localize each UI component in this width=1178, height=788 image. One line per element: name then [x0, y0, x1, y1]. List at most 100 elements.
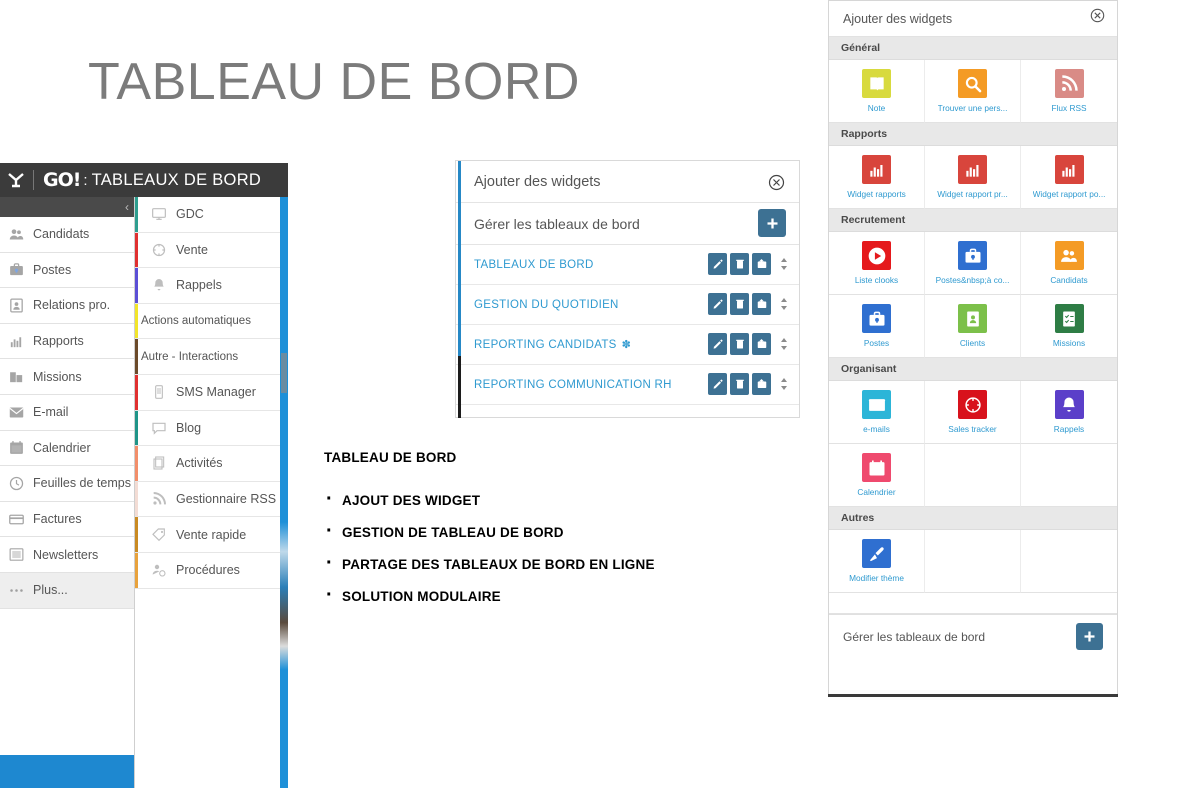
envelope-icon [8, 404, 25, 421]
submenu-item-gdc[interactable]: GDC [135, 197, 281, 233]
sidebar-item-plus[interactable]: Plus... [0, 572, 134, 609]
widget-tile[interactable]: Trouver une pers... [925, 60, 1021, 123]
contact-card-icon [8, 297, 25, 314]
submenu-color-stripe [135, 552, 138, 588]
bell-icon [151, 277, 167, 293]
briefcase-icon [862, 304, 891, 333]
trash-button[interactable] [730, 373, 749, 395]
sidebar-item-label: Relations pro. [33, 298, 111, 313]
pencil-button[interactable] [708, 293, 727, 315]
add-widgets-panel: Ajouter des widgets Général Note Trouver u… [828, 0, 1118, 697]
dashboard-row[interactable]: REPORTING CANDIDATS ✽ [456, 325, 799, 365]
dashboard-row[interactable]: GESTION DU QUOTIDIEN [456, 285, 799, 325]
widget-tile[interactable]: Flux RSS [1021, 60, 1117, 123]
dashboard-name: TABLEAUX DE BORD [474, 258, 594, 271]
widget-tile[interactable]: Liste clooks [829, 232, 925, 295]
widget-tile[interactable]: Sales tracker [925, 381, 1021, 444]
submenu-item-vente-rapide[interactable]: Vente rapide [135, 517, 281, 553]
sidebar-item-postes[interactable]: Postes [0, 253, 134, 289]
widget-tile-label: Calendrier [857, 487, 896, 497]
sidebar-item-newsletters[interactable]: Newsletters [0, 537, 134, 573]
submenu-item-gestionnaire-rss[interactable]: Gestionnaire RSS [135, 481, 281, 518]
widget-tile[interactable]: Widget rapport po... [1021, 146, 1117, 209]
chevron-left-icon[interactable]: ‹ [125, 200, 129, 214]
submenu-item-label: Actions automatiques [141, 315, 251, 328]
envelope-icon [862, 390, 891, 419]
pencil-button[interactable] [708, 333, 727, 355]
sidebar-item-relations-pro[interactable]: Relations pro. [0, 288, 134, 324]
sidebar-item-factures[interactable]: Factures [0, 502, 134, 538]
topbar-divider [33, 170, 34, 190]
sidebar-item-candidats[interactable]: Candidats [0, 217, 134, 253]
trash-button[interactable] [730, 253, 749, 275]
page-title: TABLEAU DE BORD [88, 53, 580, 111]
widget-tile[interactable]: e-mails [829, 381, 925, 444]
sort-handle-icon[interactable] [779, 373, 789, 395]
widget-tile[interactable]: Calendrier [829, 444, 925, 507]
share-button[interactable] [752, 253, 771, 275]
sidebar-item-label: Factures [33, 512, 82, 527]
sidebar-item-rapports[interactable]: Rapports [0, 324, 134, 360]
pencil-button[interactable] [708, 373, 727, 395]
dashboard-row[interactable]: TABLEAUX DE BORD [456, 245, 799, 285]
widget-panel-spacer [829, 593, 1117, 614]
close-circle-icon[interactable] [768, 174, 785, 191]
widget-tile[interactable]: Postes&nbsp;à co... [925, 232, 1021, 295]
share-button[interactable] [752, 333, 771, 355]
users-icon [1054, 241, 1084, 270]
sidebar-item-label: E-mail [33, 405, 69, 420]
dashboard-row-actions [708, 373, 789, 395]
submenu-item-label: Gestionnaire RSS [176, 492, 277, 507]
widget-tile[interactable]: Rappels [1021, 381, 1117, 444]
close-circle-icon[interactable] [1090, 8, 1105, 23]
widget-tile[interactable]: Note [829, 60, 925, 123]
dashboard-row-actions [708, 253, 789, 275]
widget-tile[interactable]: Modifier thème [829, 530, 925, 593]
sidebar-item-e-mail[interactable]: E-mail [0, 395, 134, 431]
sidebar-collapse-bar[interactable]: ‹ [0, 197, 134, 217]
share-button[interactable] [752, 373, 771, 395]
monitor-icon [151, 206, 167, 222]
submenu-item-actions-automatiques[interactable]: Actions automatiques [135, 303, 281, 340]
clock-icon [8, 475, 25, 492]
submenu-item-activit-s[interactable]: Activités [135, 446, 281, 482]
share-button[interactable] [752, 293, 771, 315]
widget-tile[interactable]: Missions [1021, 295, 1117, 358]
widget-tile[interactable]: Candidats [1021, 232, 1117, 295]
trash-button[interactable] [730, 293, 749, 315]
trash-button[interactable] [730, 333, 749, 355]
sidebar-item-missions[interactable]: Missions [0, 359, 134, 395]
submenu-item-rappels[interactable]: Rappels [135, 268, 281, 304]
widget-tile-label: Rappels [1053, 424, 1085, 434]
sidebar-item-label: Missions [33, 369, 82, 384]
widget-panel-footer: Gérer les tableaux de bord [829, 614, 1117, 658]
sidebar-item-calendrier[interactable]: Calendrier [0, 431, 134, 467]
sort-handle-icon[interactable] [779, 333, 789, 355]
widget-tile-label: Clients [959, 338, 986, 348]
dashboard-row[interactable]: REPORTING COMMUNICATION RH [456, 365, 799, 405]
sort-handle-icon[interactable] [779, 293, 789, 315]
magnifier-icon [958, 69, 987, 98]
manage-dashboards-label: Gérer les tableaux de bord [843, 629, 986, 644]
submenu-scrollbar[interactable] [281, 353, 287, 393]
submenu-item-vente[interactable]: Vente [135, 232, 281, 269]
dashboard-name: REPORTING COMMUNICATION RH [474, 378, 672, 391]
add-dashboard-button[interactable] [1076, 623, 1103, 650]
dashboard-name: GESTION DU QUOTIDIEN [474, 298, 619, 311]
sidebar-item-feuilles-de-temps[interactable]: Feuilles de temps [0, 466, 134, 502]
sort-handle-icon[interactable] [779, 253, 789, 275]
widget-tile[interactable]: Clients [925, 295, 1021, 358]
submenu-item-blog[interactable]: Blog [135, 410, 281, 447]
widget-tile[interactable]: Widget rapport pr... [925, 146, 1021, 209]
submenu-item-sms-manager[interactable]: SMS Manager [135, 374, 281, 411]
widget-tile[interactable]: Widget rapports [829, 146, 925, 209]
pencil-button[interactable] [708, 253, 727, 275]
widget-section-header: Autres [829, 507, 1117, 530]
widget-section-header: Général [829, 37, 1117, 60]
add-dashboard-button[interactable] [758, 209, 786, 237]
widget-tile-empty [1021, 530, 1117, 593]
submenu-item-proc-dures[interactable]: Procédures [135, 552, 281, 589]
widget-tile[interactable]: Postes [829, 295, 925, 358]
dashboard-row-actions [708, 293, 789, 315]
submenu-item-autre-interactions[interactable]: Autre - Interactions [135, 339, 281, 375]
